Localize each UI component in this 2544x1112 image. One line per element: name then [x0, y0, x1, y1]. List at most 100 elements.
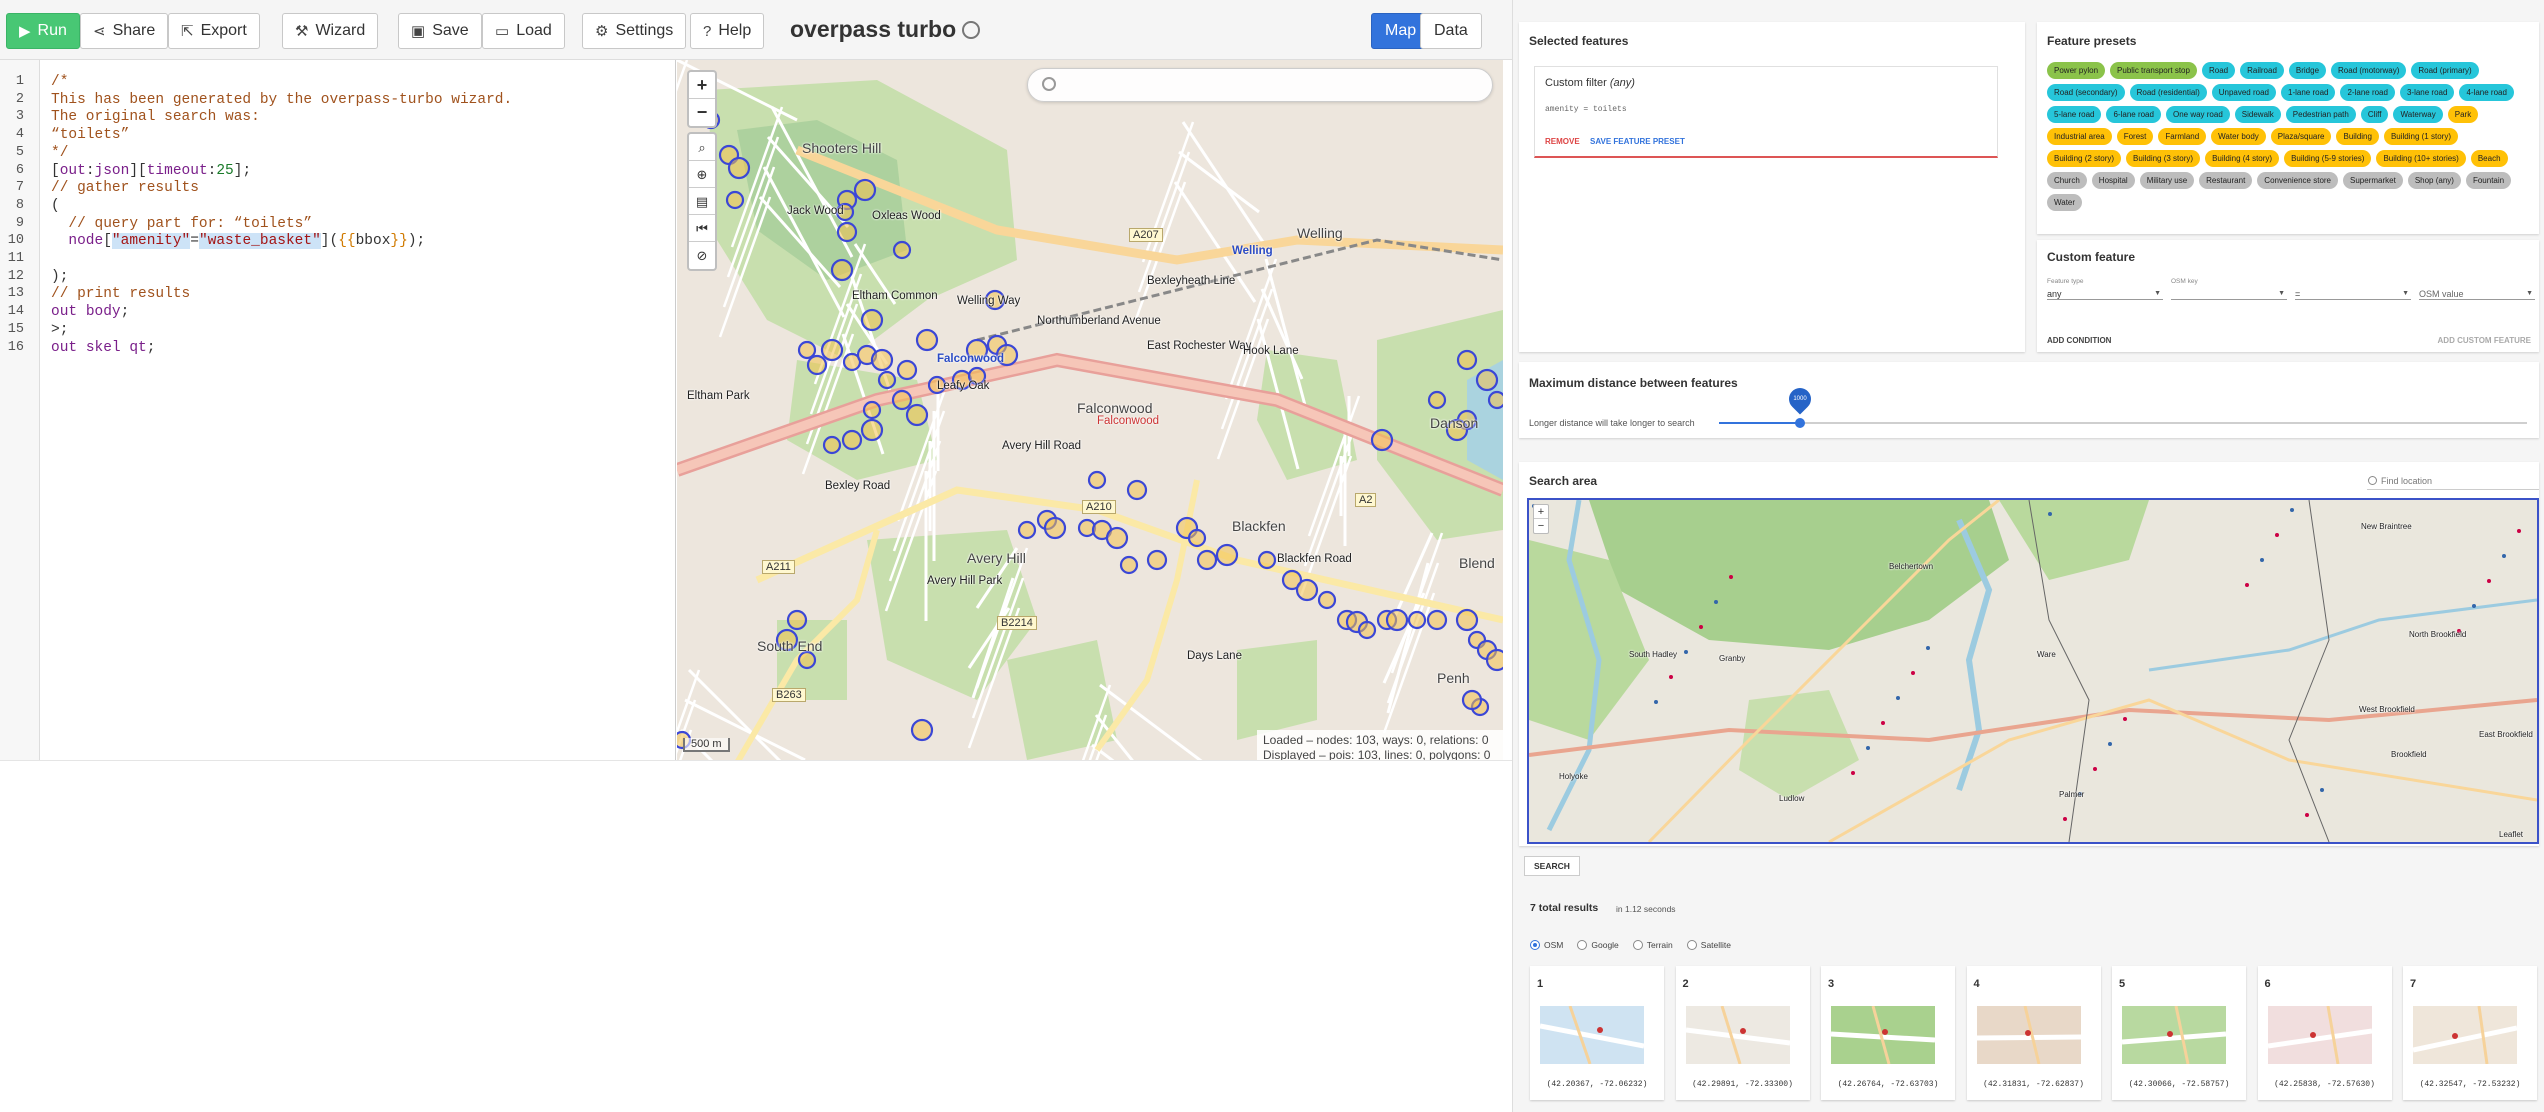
road-shield: B263 [772, 688, 806, 702]
pane-divider[interactable] [0, 760, 1512, 761]
share-button[interactable]: ⋖ Share [80, 13, 169, 49]
preset-chip[interactable]: Building (2 story) [2047, 150, 2122, 167]
result-card[interactable]: 5 (42.30066, -72.58757) [2112, 966, 2246, 1100]
osm-value-select[interactable]: OSM value ▼ [2419, 280, 2535, 300]
distance-slider-handle[interactable] [1794, 418, 1805, 428]
preset-chip[interactable]: 6-lane road [2106, 106, 2161, 123]
preset-chip[interactable]: Building (5-9 stories) [2284, 150, 2372, 167]
skip-back-icon[interactable]: ⏮ [689, 215, 715, 242]
preset-chip[interactable]: Convenience store [2257, 172, 2339, 189]
help-button[interactable]: ? Help [690, 13, 765, 49]
preset-chip[interactable]: Shop (any) [2407, 172, 2461, 189]
run-button[interactable]: ▶ Run [6, 13, 80, 49]
result-card[interactable]: 4 (42.31831, -72.62837) [1966, 966, 2101, 1100]
locate-icon[interactable]: ⊕ [689, 161, 715, 188]
map-stats: Loaded – nodes: 103, ways: 0, relations:… [1257, 730, 1503, 760]
thumbnail-map [1976, 1006, 2081, 1064]
block-icon[interactable]: ⊘ [689, 242, 715, 269]
operator-select[interactable]: = ▼ [2295, 280, 2411, 300]
save-button[interactable]: ▣ Save [398, 13, 482, 49]
map-search-input[interactable] [1027, 68, 1493, 102]
zoom-out-button[interactable]: − [689, 99, 715, 126]
area-zoom-out-button[interactable]: − [1534, 519, 1548, 533]
result-card[interactable]: 2 (42.29891, -72.33300) [1675, 966, 1810, 1100]
preset-chip[interactable]: Water [2047, 194, 2083, 211]
preset-chip[interactable]: Building [2336, 128, 2379, 145]
query-editor[interactable]: 1 2 3 4 5 6 7 8 9 10 11 12 13 14 15 16 /* This has been … [0, 60, 676, 760]
preset-chip[interactable]: Road (residential) [2129, 84, 2207, 101]
preset-chip[interactable]: Waterway [2393, 106, 2443, 123]
add-condition-button[interactable]: ADD CONDITION [2047, 336, 2111, 345]
preset-chip[interactable]: Public transport stop [2110, 62, 2197, 79]
area-map-label: Leaflet [2499, 830, 2524, 839]
preset-chip[interactable]: Unpaved road [2211, 84, 2276, 101]
poi-dot [1866, 746, 1870, 750]
preset-chip[interactable]: Pedestrian path [2285, 106, 2356, 123]
find-location-input[interactable]: Find location [2367, 472, 2539, 490]
preset-chip[interactable]: Road (motorway) [2331, 62, 2407, 79]
area-map-label: Brookfield [2391, 750, 2427, 759]
feature-type-select[interactable]: Feature type any ▼ [2047, 278, 2163, 300]
preset-chip[interactable]: Hospital [2091, 172, 2135, 189]
result-card[interactable]: 6 (42.25838, -72.57630) [2257, 966, 2392, 1100]
image-icon[interactable]: ▤ [689, 188, 715, 215]
preset-chip[interactable]: Building (10+ stories) [2376, 150, 2466, 167]
preset-chip[interactable]: Farmland [2158, 128, 2207, 145]
preset-chip[interactable]: Building (1 story) [2383, 128, 2458, 145]
poi-marker [1485, 648, 1503, 672]
tile-source-radio[interactable]: Satellite [1686, 940, 1731, 950]
preset-chip[interactable]: Park [2447, 106, 2479, 123]
tile-source-radio[interactable]: OSM [1530, 940, 1563, 950]
data-tab[interactable]: Data [1420, 13, 1482, 49]
preset-chip[interactable]: Road (secondary) [2047, 84, 2125, 101]
save-feature-preset-button[interactable]: SAVE FEATURE PRESET [1590, 137, 1685, 146]
preset-chip[interactable]: Power pylon [2047, 62, 2106, 79]
preset-chip[interactable]: Road (primary) [2411, 62, 2479, 79]
preset-chip[interactable]: Cliff [2360, 106, 2389, 123]
thumbnail-marker [2309, 1032, 2316, 1038]
preset-chip[interactable]: Plaza/square [2270, 128, 2332, 145]
preset-chip[interactable]: 1-lane road [2281, 84, 2336, 101]
wizard-button[interactable]: ⚒ Wizard [282, 13, 379, 49]
preset-chip[interactable]: One way road [2165, 106, 2230, 123]
preset-chip[interactable]: Building (4 story) [2205, 150, 2280, 167]
preset-chip[interactable]: Beach [2470, 150, 2508, 167]
search-area-map[interactable]: Belchertown Granby Ware Holyoke South Hadley… [1527, 498, 2539, 844]
preset-chip[interactable]: Bridge [2288, 62, 2327, 79]
preset-chip[interactable]: Fountain [2465, 172, 2512, 189]
preset-chip[interactable]: Sidewalk [2234, 106, 2281, 123]
load-button[interactable]: ▭ Load [482, 13, 565, 49]
settings-button[interactable]: ⚙ Settings [582, 13, 687, 49]
preset-chip[interactable]: Industrial area [2047, 128, 2112, 145]
preset-chip[interactable]: 5-lane road [2047, 106, 2102, 123]
osm-key-select[interactable]: OSM key ▼ [2171, 278, 2287, 300]
search-button[interactable]: SEARCH [1524, 856, 1580, 876]
preset-chip[interactable]: 3-lane road [2399, 84, 2455, 101]
distance-slider[interactable]: 1000 [1719, 383, 2527, 428]
preset-chip[interactable]: Supermarket [2343, 172, 2403, 189]
result-card[interactable]: 3 (42.26764, -72.63703) [1821, 966, 1955, 1100]
preset-chip[interactable]: Water body [2211, 128, 2266, 145]
export-button[interactable]: ⇱ Export [168, 13, 260, 49]
result-card[interactable]: 1 (42.20367, -72.06232) [1530, 966, 1664, 1100]
preset-chip[interactable]: Railroad [2240, 62, 2284, 79]
zoom-in-button[interactable]: + [689, 72, 715, 99]
remove-button[interactable]: REMOVE [1545, 137, 1580, 146]
preset-chip[interactable]: Building (3 story) [2126, 150, 2201, 167]
preset-chip[interactable]: Road [2201, 62, 2236, 79]
tile-source-radio[interactable]: Terrain [1632, 940, 1673, 950]
result-card[interactable]: 7 (42.32547, -72.53232) [2403, 966, 2537, 1100]
area-zoom-in-button[interactable]: + [1534, 505, 1548, 519]
tile-source-radio[interactable]: Google [1577, 940, 1619, 950]
preset-chip[interactable]: 4-lane road [2459, 84, 2514, 101]
preset-chip[interactable]: Restaurant [2199, 172, 2253, 189]
preset-chip[interactable]: Forest [2116, 128, 2154, 145]
search-icon[interactable]: ⌕ [689, 134, 715, 161]
preset-chip[interactable]: Military use [2139, 172, 2195, 189]
preset-chip[interactable]: Church [2047, 172, 2087, 189]
preset-chip[interactable]: 2-lane road [2340, 84, 2395, 101]
result-map[interactable]: Shooters Hill Welling Welling Falconwood Fal… [677, 60, 1503, 760]
result-number: 6 [2264, 978, 2271, 990]
line-number: 16 [7, 339, 24, 355]
add-custom-feature-button[interactable]: ADD CUSTOM FEATURE [2438, 336, 2531, 345]
